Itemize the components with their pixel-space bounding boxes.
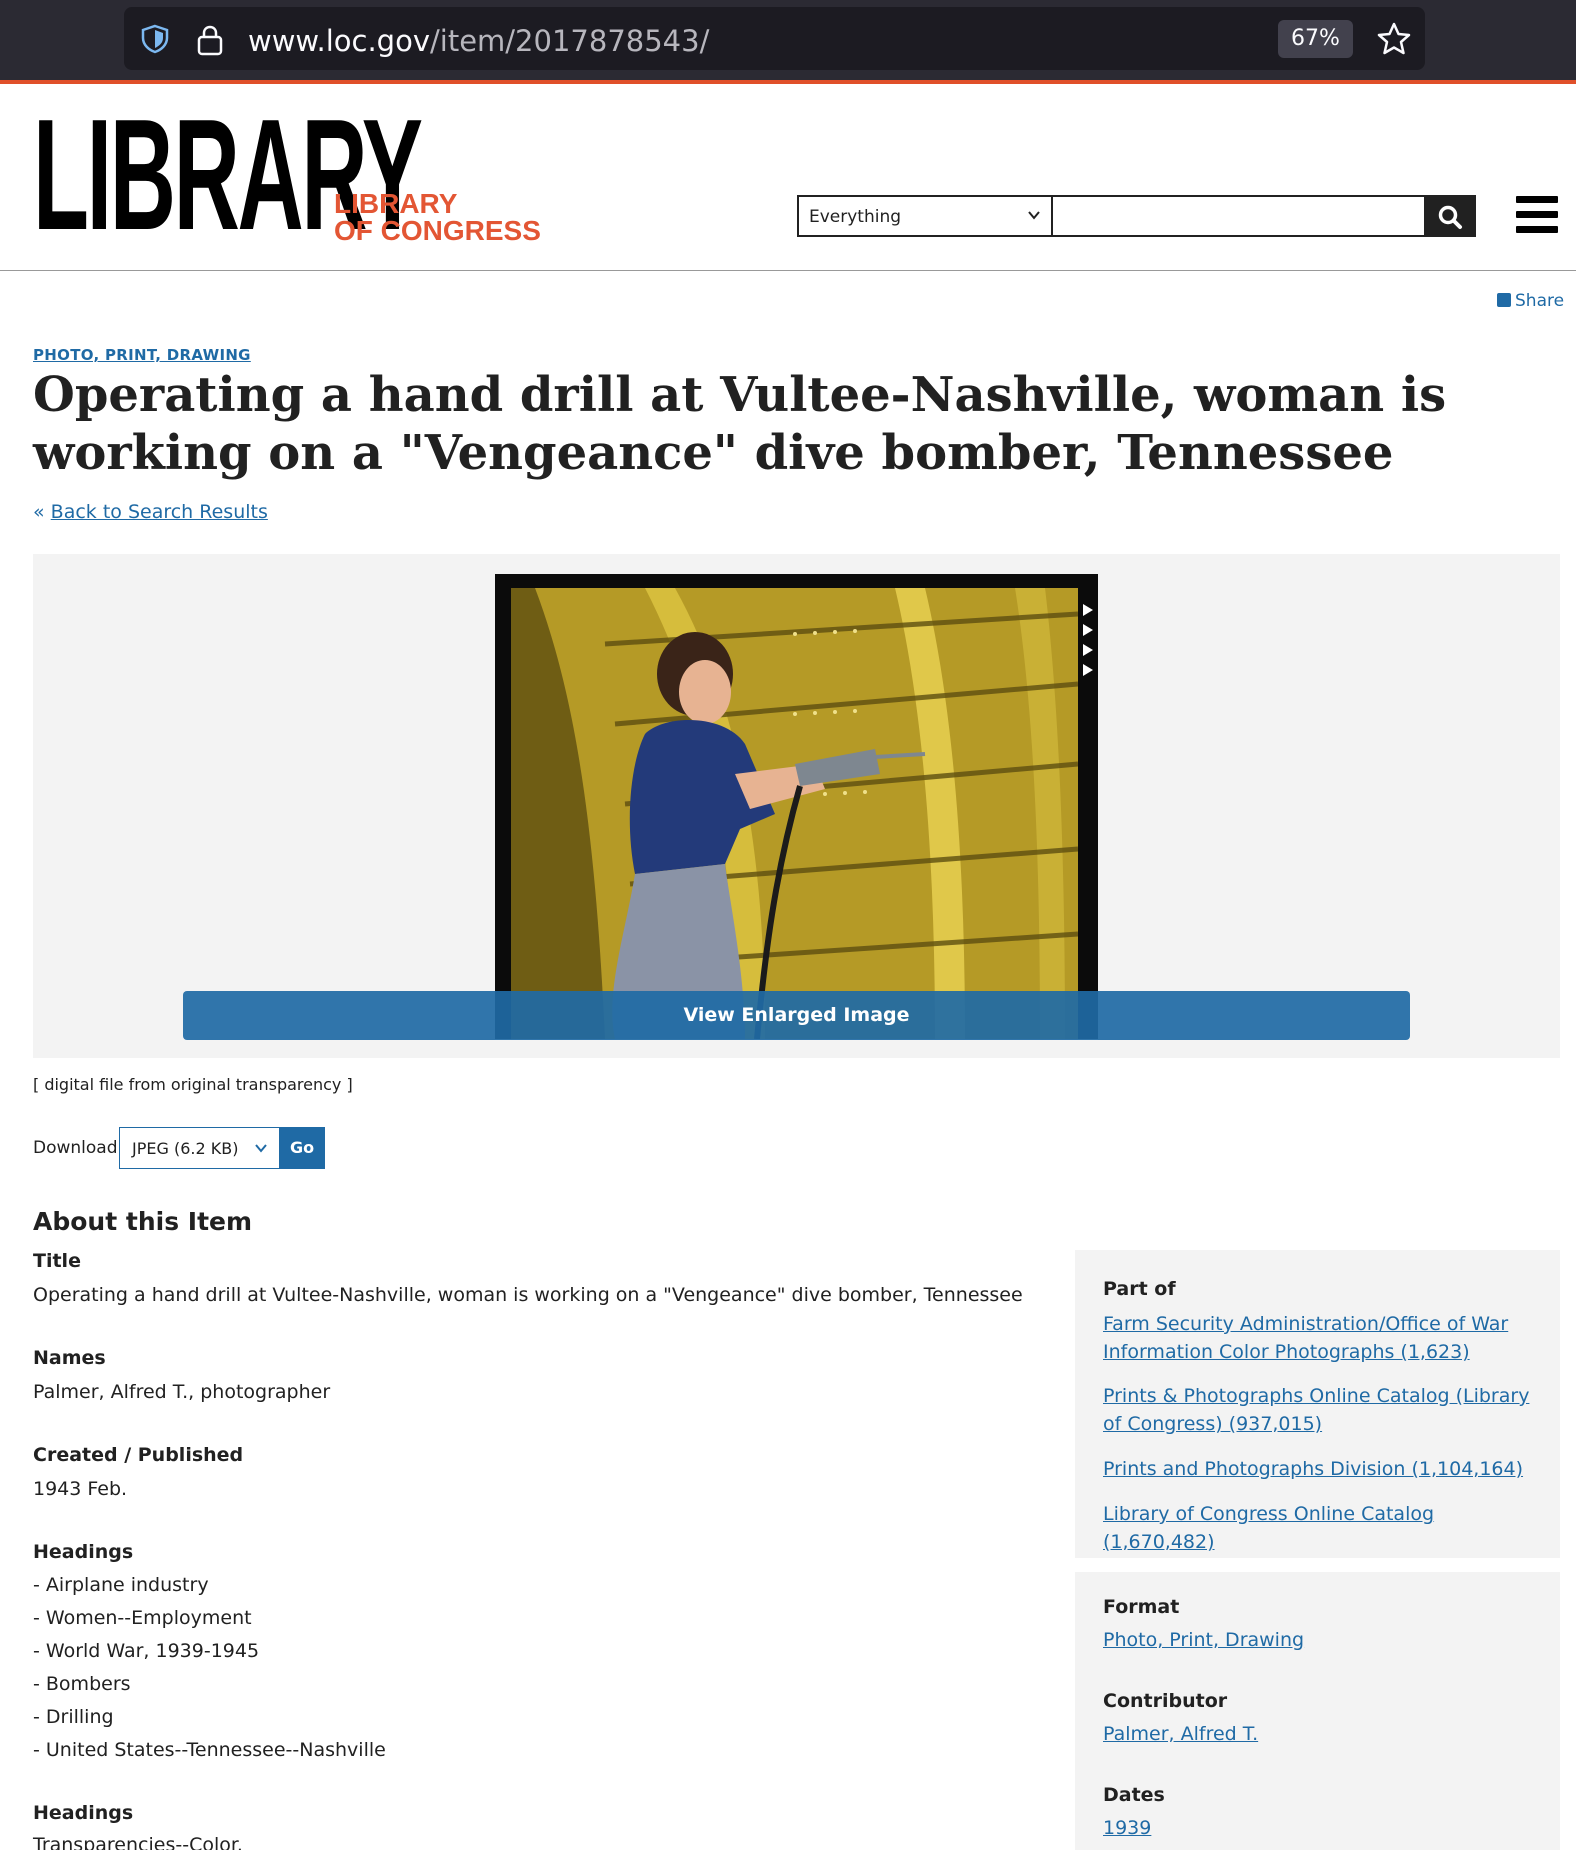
item-category-link[interactable]: PHOTO, PRINT, DRAWING (33, 346, 251, 364)
created-published-value: 1943 Feb. (33, 1478, 128, 1500)
title-value: Operating a hand drill at Vultee-Nashvil… (33, 1284, 1023, 1306)
names-label: Names (33, 1347, 106, 1369)
search-scope-value: Everything (809, 207, 902, 227)
bookmark-star-icon[interactable] (1376, 21, 1412, 57)
names-value: Palmer, Alfred T., photographer (33, 1381, 331, 1403)
download-format-select[interactable]: JPEG (6.2 KB) (119, 1127, 280, 1169)
library-of-congress-logo-text[interactable]: LIBRARY OF CONGRESS (334, 188, 541, 246)
header-divider (0, 270, 1576, 271)
dates-label: Dates (1103, 1784, 1165, 1806)
heading-item: - Bombers (33, 1673, 131, 1695)
part-of-panel: Part of Farm Security Administration/Off… (1075, 1250, 1560, 1558)
part-of-label: Part of (1103, 1278, 1176, 1300)
dates-link[interactable]: 1939 (1103, 1814, 1543, 1842)
menu-hamburger-icon[interactable] (1516, 196, 1558, 233)
heading-item: - World War, 1939-1945 (33, 1640, 260, 1662)
format-label: Format (1103, 1596, 1180, 1618)
logo-line-1: LIBRARY (334, 188, 458, 219)
download-format-value: JPEG (6.2 KB) (132, 1139, 239, 1158)
image-caption: [ digital file from original transparenc… (33, 1075, 353, 1094)
lock-icon[interactable] (196, 24, 224, 56)
address-bar[interactable]: www.loc.gov/item/2017878543/ 67% (124, 7, 1425, 70)
heading-item: Transparencies--Color. (33, 1834, 243, 1850)
heading-item: - Drilling (33, 1706, 114, 1728)
part-of-link[interactable]: Library of Congress Online Catalog (1,67… (1103, 1500, 1543, 1556)
heading-item: - Airplane industry (33, 1574, 209, 1596)
url-text[interactable]: www.loc.gov/item/2017878543/ (248, 24, 709, 58)
part-of-link[interactable]: Prints & Photographs Online Catalog (Lib… (1103, 1382, 1543, 1438)
zoom-level-badge[interactable]: 67% (1278, 20, 1353, 58)
chevron-down-icon (255, 1144, 267, 1153)
heading-item: - United States--Tennessee--Nashville (33, 1739, 386, 1761)
share-label: Share (1515, 291, 1565, 311)
contributor-link[interactable]: Palmer, Alfred T. (1103, 1720, 1543, 1748)
browser-toolbar: www.loc.gov/item/2017878543/ 67% (0, 0, 1576, 80)
page-title: Operating a hand drill at Vultee-Nashvil… (33, 367, 1447, 481)
logo-line-2: OF CONGRESS (334, 215, 541, 246)
download-go-button[interactable]: Go (279, 1127, 325, 1169)
item-details-panel: Format Photo, Print, Drawing Contributor… (1075, 1572, 1560, 1850)
photograph-image (495, 574, 1098, 1039)
heading-item: - Women--Employment (33, 1607, 252, 1629)
shield-icon[interactable] (140, 24, 170, 54)
search-button[interactable] (1424, 195, 1476, 237)
created-published-label: Created / Published (33, 1444, 244, 1466)
headings-label-2: Headings (33, 1802, 134, 1824)
download-label: Download: (33, 1138, 124, 1158)
chevron-down-icon (1028, 211, 1040, 220)
image-viewer: View Enlarged Image (33, 554, 1560, 1058)
part-of-link[interactable]: Farm Security Administration/Office of W… (1103, 1310, 1543, 1366)
search-scope-select[interactable]: Everything (797, 195, 1053, 237)
part-of-link[interactable]: Prints and Photographs Division (1,104,1… (1103, 1455, 1543, 1483)
title-label: Title (33, 1250, 81, 1272)
toolbar-accent-line (0, 80, 1576, 84)
back-link-label: Back to Search Results (50, 501, 268, 523)
search-input[interactable] (1052, 195, 1426, 237)
share-icon (1497, 293, 1511, 307)
item-photograph[interactable] (495, 574, 1098, 1039)
about-this-item-heading: About this Item (33, 1207, 253, 1236)
contributor-label: Contributor (1103, 1690, 1228, 1712)
back-to-search-results-link[interactable]: « Back to Search Results (33, 501, 268, 523)
headings-label: Headings (33, 1541, 134, 1563)
share-button[interactable]: Share (1497, 291, 1564, 311)
double-chevron-left-icon: « (33, 501, 45, 523)
view-enlarged-image-button[interactable]: View Enlarged Image (183, 991, 1410, 1040)
format-link[interactable]: Photo, Print, Drawing (1103, 1626, 1543, 1654)
search-icon (1438, 205, 1462, 229)
